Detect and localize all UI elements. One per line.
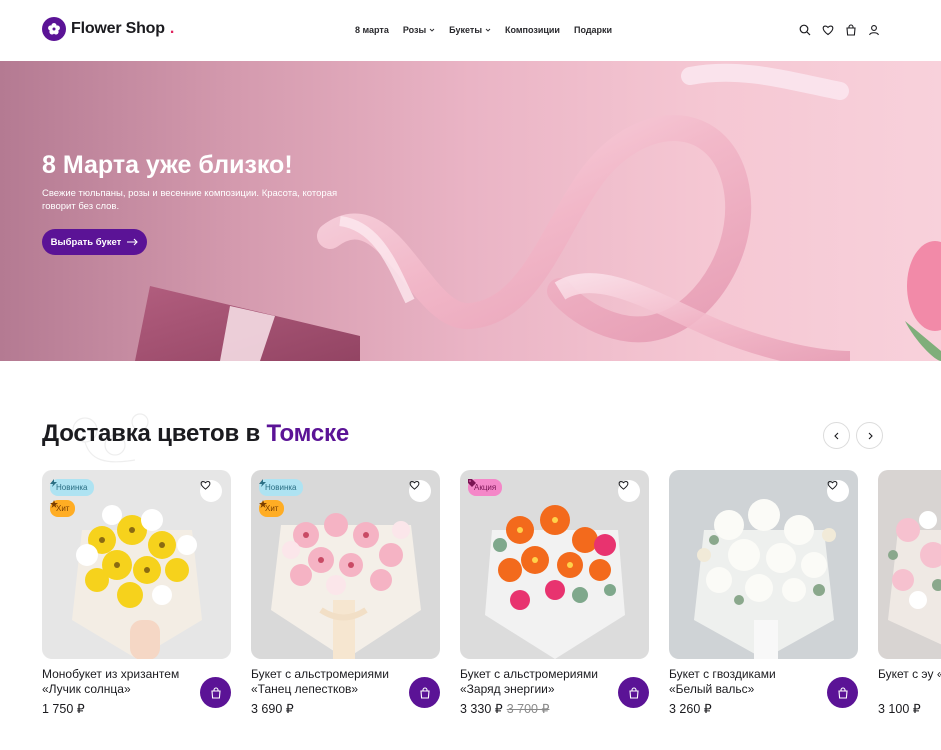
product-price: 3 330 ₽3 700 ₽ <box>460 701 549 716</box>
hero-banner: 8 Марта уже близко! Свежие тюльпаны, роз… <box>0 61 941 361</box>
price: 1 750 ₽ <box>42 702 85 716</box>
tag-icon <box>468 479 476 487</box>
badge-label: Новинка <box>265 483 297 492</box>
carousel-prev-button[interactable] <box>823 422 850 449</box>
hit-badge: Хит <box>50 500 76 517</box>
chevron-down-icon <box>485 28 491 32</box>
site-header: Flower Shop. 8 марта Розы Букеты Компози… <box>0 0 941 61</box>
product-name[interactable]: Букет с альстромериями «Заряд энергии» <box>460 667 612 697</box>
heart-icon[interactable] <box>822 24 834 36</box>
hero-title: 8 Марта уже близко! <box>42 151 293 179</box>
product-card[interactable]: Букет с гвоздиками «Белый вальс» 3 260 ₽ <box>669 470 858 716</box>
cart-icon[interactable] <box>845 24 857 36</box>
logo-text: Flower Shop <box>71 20 165 37</box>
add-to-cart-button[interactable] <box>618 677 649 708</box>
button-label: Выбрать букет <box>50 236 122 248</box>
product-price: 3 100 ₽ <box>878 701 921 716</box>
nav-label: Букеты <box>449 25 483 35</box>
cart-add-icon <box>210 686 221 699</box>
carousel-next-button[interactable] <box>856 422 883 449</box>
nav-label: Розы <box>402 25 427 35</box>
badge-label: Хит <box>265 504 279 513</box>
star-icon <box>259 500 267 508</box>
price: 3 330 ₽ <box>460 702 503 716</box>
product-price: 3 690 ₽ <box>251 701 294 716</box>
nav-label: Подарки <box>573 25 613 35</box>
arrow-right-icon <box>127 238 139 246</box>
nav-item-gifts[interactable]: Подарки <box>574 25 612 35</box>
search-icon[interactable] <box>799 24 811 36</box>
hero-subtitle: Свежие тюльпаны, розы и весенние компози… <box>42 188 338 212</box>
logo[interactable]: Flower Shop. <box>42 17 174 41</box>
add-to-cart-button[interactable] <box>409 677 440 708</box>
badge-label: Хит <box>56 504 70 513</box>
nav-item-8-march[interactable]: 8 марта <box>355 25 389 35</box>
product-name[interactable]: Монобукет из хризантем «Лучик солнца» <box>42 667 194 697</box>
chevron-right-icon <box>868 432 873 439</box>
logo-dot: . <box>169 20 175 37</box>
price: 3 100 ₽ <box>878 702 921 716</box>
lightning-icon <box>50 479 57 487</box>
badge-label: Новинка <box>56 483 88 492</box>
product-price: 3 260 ₽ <box>669 701 712 716</box>
nav-item-bouquets[interactable]: Букеты <box>449 25 491 35</box>
product-card[interactable]: Акция Букет с альстромериями «Заряд энер… <box>460 470 649 716</box>
product-image[interactable]: Новинка Хит <box>251 470 440 659</box>
old-price: 3 700 ₽ <box>506 702 550 716</box>
product-price: 1 750 ₽ <box>42 701 85 716</box>
cart-add-icon <box>837 686 848 699</box>
product-image[interactable]: Новинка Хит <box>42 470 231 659</box>
new-badge: Новинка <box>50 479 94 496</box>
badge-label: Акция <box>474 483 497 492</box>
add-to-cart-button[interactable] <box>200 677 231 708</box>
section-title: Доставка цветов в Томске <box>42 420 349 448</box>
nav-label: 8 марта <box>355 25 389 35</box>
heart-icon <box>618 481 629 490</box>
product-card[interactable]: Новинка Хит Монобукет из хризантем «Лучи… <box>42 470 231 716</box>
lightning-icon <box>259 479 266 487</box>
chevron-left-icon <box>833 432 838 439</box>
section-title-prefix: Доставка цветов в <box>42 420 267 447</box>
price: 3 260 ₽ <box>669 702 712 716</box>
heart-icon <box>200 481 211 490</box>
cart-add-icon <box>628 686 639 699</box>
favorite-button[interactable] <box>409 480 431 502</box>
section-title-city: Томске <box>266 420 350 447</box>
main-nav: 8 марта Розы Букеты Композиции Подарки <box>355 25 612 35</box>
hit-badge: Хит <box>259 500 285 517</box>
star-icon <box>50 500 58 508</box>
heart-icon <box>827 481 838 490</box>
product-image[interactable] <box>878 470 941 659</box>
favorite-button[interactable] <box>200 480 222 502</box>
add-to-cart-button[interactable] <box>827 677 858 708</box>
new-badge: Новинка <box>259 479 303 496</box>
chevron-down-icon <box>429 28 435 32</box>
favorite-button[interactable] <box>618 480 640 502</box>
product-name[interactable]: Букет с гвоздиками «Белый вальс» <box>669 667 821 697</box>
product-card[interactable]: Новинка Хит Букет с альстромериями «Тане… <box>251 470 440 716</box>
cart-add-icon <box>419 686 430 699</box>
product-name[interactable]: Букет с альстромериями «Танец лепестков» <box>251 667 403 697</box>
header-actions <box>799 24 880 36</box>
choose-bouquet-button[interactable]: Выбрать букет <box>42 229 147 255</box>
favorite-button[interactable] <box>827 480 849 502</box>
nav-item-roses[interactable]: Розы <box>403 25 435 35</box>
user-icon[interactable] <box>868 24 880 36</box>
nav-item-compositions[interactable]: Композиции <box>505 25 560 35</box>
sale-badge: Акция <box>468 479 503 496</box>
heart-icon <box>409 481 420 490</box>
product-image[interactable] <box>669 470 858 659</box>
nav-label: Композиции <box>505 25 560 35</box>
product-image[interactable]: Акция <box>460 470 649 659</box>
flower-logo-icon <box>42 17 66 41</box>
price: 3 690 ₽ <box>251 702 294 716</box>
product-name[interactable]: Букет с эу «Мягкое пр <box>878 667 941 682</box>
product-card[interactable]: Букет с эу «Мягкое пр 3 100 ₽ <box>878 470 941 730</box>
